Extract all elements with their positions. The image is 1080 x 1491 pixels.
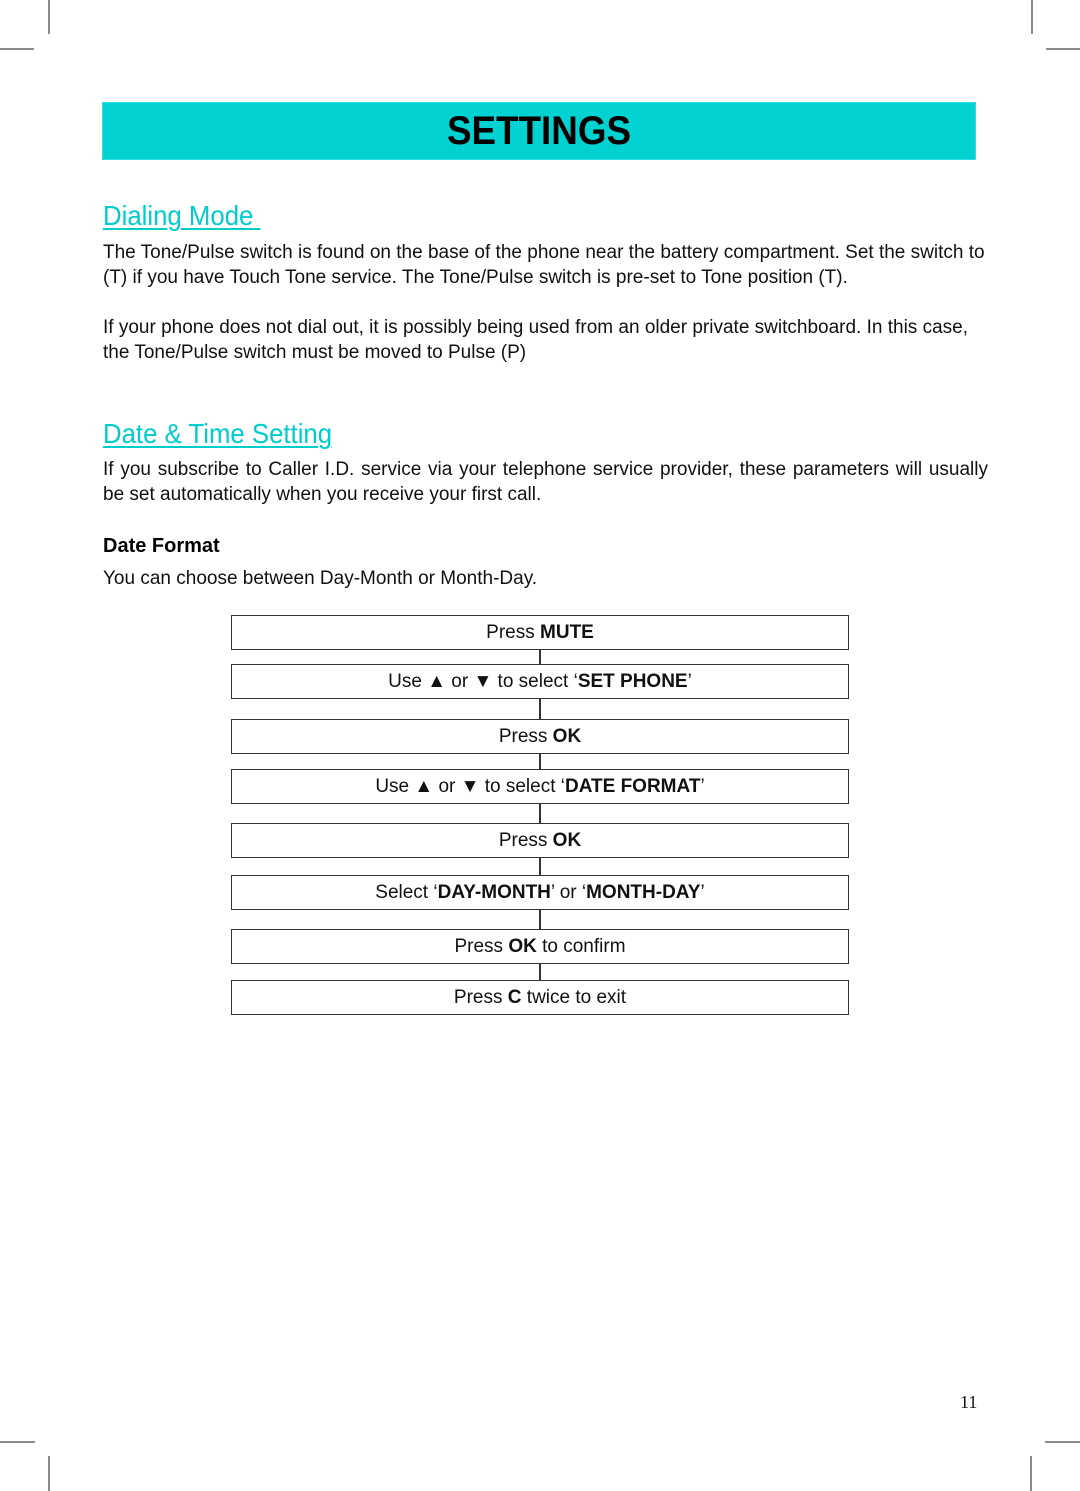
section-heading-date-time-setting: Date & Time Setting [103,418,333,449]
step-text: Press [486,621,541,643]
flow-connector [539,910,541,929]
flow-connector [539,754,541,769]
flow-step: Press OK to confirm [231,929,849,964]
flow-connector [539,650,541,664]
flow-step: Select ‘DAY-MONTH’ or ‘MONTH-DAY’ [231,875,849,910]
flow-connector [539,804,541,823]
flow-connector [539,858,541,875]
step-text: ’ or ‘ [550,881,587,903]
key-label: MUTE [540,621,594,643]
step-text: ’ [700,775,705,797]
step-text: Select ‘ [375,881,438,903]
paragraph: If you subscribe to Caller I.D. service … [103,459,988,505]
paragraph: You can choose between Day-Month or Mont… [103,568,538,589]
step-text: Use ▲ or ▼ to select ‘ [375,775,565,797]
flow-step: Press MUTE [231,615,849,650]
step-text: ’ [687,670,692,692]
flow-step: Use ▲ or ▼ to select ‘SET PHONE’ [231,664,849,699]
crop-mark [48,1456,50,1491]
crop-mark [1045,1441,1080,1443]
key-label: OK [552,829,582,851]
page-title-banner: SETTINGS [102,102,976,160]
page-title: SETTINGS [446,108,632,153]
step-text: Use ▲ or ▼ to select ‘ [388,670,578,692]
crop-mark [0,1441,35,1443]
crop-mark [0,48,34,50]
step-text: Press [454,935,509,957]
step-text: twice to exit [521,986,627,1008]
key-label: SET PHONE [577,670,688,692]
step-text: Press [453,986,508,1008]
paragraph: If your phone does not dial out, it is p… [103,317,968,363]
flow-step: Press OK [231,823,849,858]
key-label: OK [508,935,537,957]
step-text: Press [498,829,553,851]
crop-mark [1031,0,1033,34]
key-label: MONTH-DAY [586,881,701,903]
step-text: ’ [700,881,705,903]
paragraph: The Tone/Pulse switch is found on the ba… [103,242,985,288]
flow-connector [539,699,541,719]
key-label: DATE FORMAT [564,775,701,797]
subheading-date-format: Date Format [103,535,220,557]
section-heading-dialing-mode: Dialing Mode [103,200,261,231]
key-label: OK [552,725,582,747]
step-text: to confirm [536,935,626,957]
crop-mark [48,0,50,34]
procedure-flowchart: Press MUTE Use ▲ or ▼ to select ‘SET PHON… [231,615,849,1015]
crop-mark [1046,48,1080,50]
crop-mark [1030,1456,1032,1491]
key-label: DAY-MONTH [437,881,551,903]
page-number: 11 [960,1392,978,1412]
step-text: Press [498,725,553,747]
flow-step: Press OK [231,719,849,754]
flow-connector [539,964,541,980]
key-label: C [507,986,522,1008]
flow-step: Use ▲ or ▼ to select ‘DATE FORMAT’ [231,769,849,804]
flow-step: Press C twice to exit [231,980,849,1015]
